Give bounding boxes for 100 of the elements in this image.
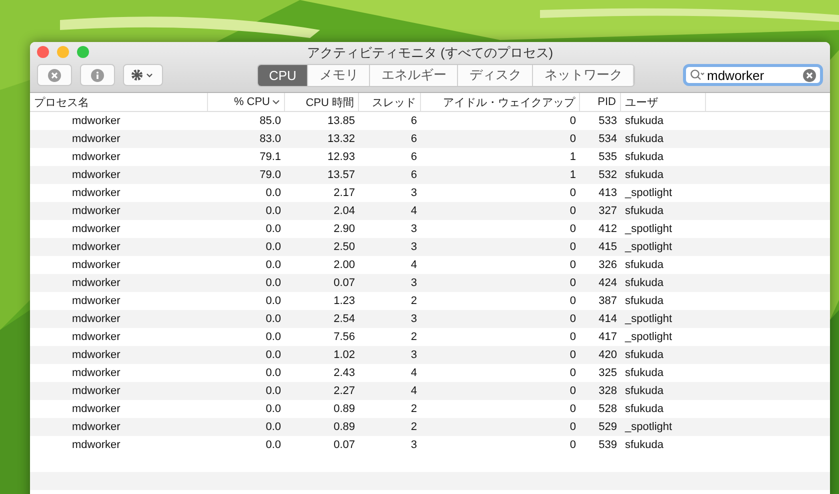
table-cell-text: 3: [410, 438, 418, 453]
table-cell-text: 535: [598, 150, 618, 165]
table-cell-text: sfukuda: [624, 114, 665, 129]
table-cell-text: 13.32: [326, 132, 356, 147]
table-cell-text: 3: [410, 240, 418, 255]
table-cell-text: 3: [410, 348, 418, 363]
table-cell-text: 0: [568, 294, 577, 309]
table-cell-text: 0.0: [264, 402, 282, 417]
settings-icon: [131, 69, 155, 81]
table-cell-text: 2: [410, 330, 418, 345]
table-cell-text: 412: [598, 222, 618, 237]
tab[interactable]: CPU: [258, 64, 308, 86]
table-cell-text: sfukuda: [624, 402, 665, 417]
minimize-button[interactable]: [57, 46, 69, 58]
table-cell-text: 3: [410, 276, 418, 291]
table-cell-text: 0: [568, 132, 577, 147]
table-cell-text: 4: [410, 366, 418, 381]
table-cell-text: 85.0: [258, 114, 282, 129]
table-cell-text: mdworker: [71, 258, 122, 273]
table-cell-text: 2: [410, 420, 418, 435]
table-cell-text: 7.56: [332, 330, 356, 345]
search-field[interactable]: mdworker: [683, 64, 823, 86]
table-cell-text: 0: [568, 240, 577, 255]
table-cell-text: 414: [598, 312, 618, 327]
table-cell-text: 1.23: [332, 294, 356, 309]
table-cell-text: 417: [598, 330, 618, 345]
column-header[interactable]: スレッド: [359, 93, 421, 111]
table-cell-text: 13.85: [326, 114, 356, 129]
table-cell-text: 0: [568, 258, 577, 273]
tab[interactable]: エネルギー: [370, 64, 458, 86]
table-cell-text: 533: [598, 114, 618, 129]
table-cell-text: mdworker: [71, 222, 122, 237]
table-cell-text: 2.43: [332, 366, 356, 381]
table-cell-text: 1: [568, 168, 577, 183]
table-cell-text: 0.0: [264, 294, 282, 309]
table-cell-text: 2.17: [332, 186, 356, 201]
table-cell-text: 6: [410, 168, 418, 183]
table-cell-text: 0.0: [264, 258, 282, 273]
table-cell-text: 387: [598, 294, 618, 309]
table-cell-text: mdworker: [71, 150, 122, 165]
table-cell-text: 12.93: [326, 150, 356, 165]
table-cell-text: 0: [568, 330, 577, 345]
table-cell-text: 0: [568, 114, 577, 129]
table-cell-text: 1: [568, 150, 577, 165]
table-cell-text: mdworker: [71, 402, 122, 417]
table-cell-text: 0: [568, 276, 577, 291]
table-cell-text: 529: [598, 420, 618, 435]
column-label: % CPU: [234, 96, 270, 108]
column-header[interactable]: % CPU: [208, 93, 285, 111]
table-cell-text: sfukuda: [624, 150, 665, 165]
table-cell-text: 0.07: [332, 438, 356, 453]
table-cell-text: 2.27: [332, 384, 356, 399]
table-cell-text: sfukuda: [624, 132, 665, 147]
table-cell-text: 4: [410, 384, 418, 399]
close-button[interactable]: [37, 46, 49, 58]
clear-icon[interactable]: [803, 68, 816, 82]
column-label: プロセス名: [34, 96, 89, 110]
table-cell-text: 6: [410, 114, 418, 129]
table-cell-text: 0: [568, 366, 577, 381]
table-cell-text: 0: [568, 348, 577, 363]
stop-process-button[interactable]: [37, 64, 72, 86]
column-header[interactable]: プロセス名: [30, 93, 208, 111]
action-menu-button[interactable]: [123, 64, 163, 86]
column-header[interactable]: PID: [580, 93, 621, 111]
table-cell-text: _spotlight: [624, 222, 674, 237]
tab[interactable]: ネットワーク: [533, 64, 634, 86]
column-header[interactable]: ユーザ: [621, 93, 706, 111]
tab[interactable]: メモリ: [308, 64, 370, 86]
column-header[interactable]: CPU 時間: [285, 93, 359, 111]
info-button[interactable]: [80, 64, 115, 86]
column-label: PID: [598, 96, 616, 108]
table-cell-text: 2.90: [332, 222, 356, 237]
table-cell-text: 420: [598, 348, 618, 363]
search-icon: [690, 69, 705, 81]
table-cell-text: 1.02: [332, 348, 356, 363]
table-cell-text: _spotlight: [624, 312, 674, 327]
table-cell-text: 415: [598, 240, 618, 255]
table-cell-text: 325: [598, 366, 618, 381]
table-cell-text: 534: [598, 132, 618, 147]
table-cell-text: 6: [410, 132, 418, 147]
table-cell-text: 413: [598, 186, 618, 201]
table-cell-text: _spotlight: [624, 240, 674, 255]
zoom-button[interactable]: [77, 46, 89, 58]
table-cell-text: 0.0: [264, 222, 282, 237]
close-icon: [48, 68, 61, 82]
table-cell-text: 0.0: [264, 240, 282, 255]
table-cell-text: sfukuda: [624, 384, 665, 399]
table-cell-text: mdworker: [71, 420, 122, 435]
table-cell-text: mdworker: [71, 240, 122, 255]
column-header[interactable]: アイドル・ウェイクアップ: [421, 93, 580, 111]
table-cell-text: 0.89: [332, 402, 356, 417]
table-cell-text: 4: [410, 204, 418, 219]
table-cell-text: 0.07: [332, 276, 356, 291]
table-cell-text: sfukuda: [624, 294, 665, 309]
window-title: アクティビティモニタ (すべてのプロセス): [306, 44, 554, 61]
table-cell-text: mdworker: [71, 132, 122, 147]
table-cell-text: 4: [410, 258, 418, 273]
table-cell-text: 0.0: [264, 384, 282, 399]
table-cell-text: 2: [410, 294, 418, 309]
tab[interactable]: ディスク: [458, 64, 534, 86]
